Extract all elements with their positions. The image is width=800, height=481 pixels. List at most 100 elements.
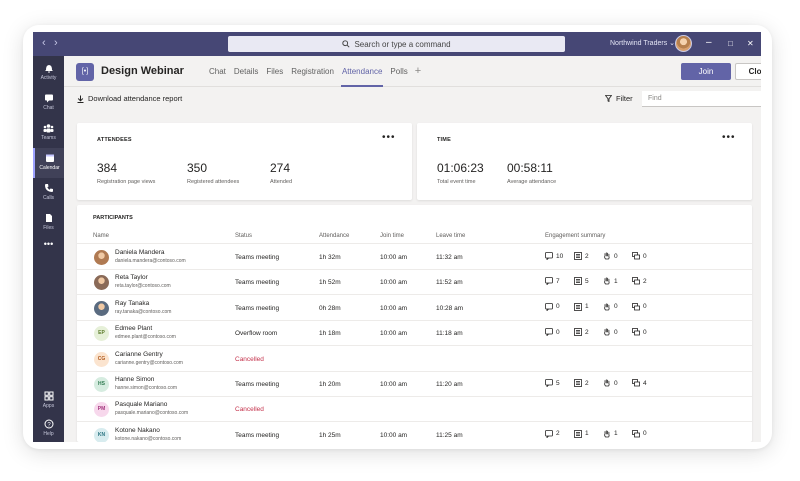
avatar: CG	[94, 351, 109, 367]
apps-icon	[44, 391, 53, 401]
download-report-button[interactable]: Download attendance report	[77, 94, 182, 103]
back-button[interactable]: ‹	[42, 37, 46, 49]
participant-email: hanne.simon@contoso.com	[115, 385, 178, 391]
meeting-header: [•] Design Webinar Chat Details Files Re…	[64, 56, 761, 87]
rail-item-activity[interactable]: Activity	[33, 58, 64, 88]
engagement-count: 1	[585, 303, 589, 311]
column-header-name[interactable]: Name	[93, 233, 109, 239]
table-row[interactable]: HS Hanne Simon hanne.simon@contoso.com Team…	[77, 372, 752, 397]
tab-polls[interactable]: Polls	[389, 56, 408, 87]
attendance-cell: 0h 28m	[319, 304, 341, 312]
org-name: Northwind Traders	[610, 40, 668, 47]
close-button[interactable]: Close	[735, 63, 761, 80]
filter-button[interactable]: Filter	[605, 94, 633, 103]
rail-item-calls[interactable]: Calls	[33, 178, 64, 208]
participant-name: Carianne Gentry	[115, 350, 163, 358]
engagement-count: 0	[614, 379, 618, 387]
attendance-cell: 1h 20m	[319, 381, 341, 388]
column-header-attendance[interactable]: Attendance	[319, 233, 349, 239]
table-row[interactable]: CG Carianne Gentry carianne.gentry@contoso…	[77, 347, 752, 372]
column-header-engagement[interactable]: Engagement summary	[545, 233, 605, 239]
raise-hand-icon	[603, 252, 611, 260]
column-header-join-time[interactable]: Join time	[380, 233, 404, 239]
engagement-count: 0	[643, 430, 647, 438]
tab-files[interactable]: Files	[265, 56, 284, 87]
status-cell: Teams meeting	[235, 254, 280, 261]
chat-count-icon	[545, 277, 553, 286]
search-bar[interactable]: Search or type a command	[228, 36, 565, 52]
calendar-icon	[45, 154, 54, 162]
stat-label: Attended	[270, 179, 293, 185]
tab-registration[interactable]: Registration	[290, 56, 335, 87]
add-tab-button[interactable]: +	[415, 56, 421, 87]
tab-attendance[interactable]: Attendance	[340, 56, 384, 87]
rail-item-chat[interactable]: Chat	[33, 88, 64, 118]
table-row[interactable]: Daniela Mandera daniela.mandera@contoso.c…	[77, 245, 752, 270]
chat-count-icon	[545, 429, 553, 438]
maximize-button[interactable]: □	[728, 39, 733, 48]
engagement-item: 0	[632, 252, 654, 260]
engagement-count: 0	[643, 328, 647, 336]
rail-label: Help	[43, 431, 54, 437]
more-options-button[interactable]: •••	[722, 132, 736, 143]
engagement-item: 1	[603, 430, 625, 438]
table-row[interactable]: PM Pasquale Mariano pasquale.mariano@conto…	[77, 397, 752, 423]
app-rail: Activity Chat Teams Calendar Calls Files…	[33, 56, 64, 442]
join-button[interactable]: Join	[681, 63, 731, 80]
engagement-item: 0	[632, 429, 654, 438]
tab-strip: Chat Details Files Registration Attendan…	[208, 56, 421, 87]
tab-details[interactable]: Details	[233, 56, 259, 87]
engagement-count: 0	[556, 303, 560, 311]
engagement-item: 0	[632, 302, 654, 311]
engagement-item: 1	[574, 429, 596, 438]
avatar	[94, 275, 109, 291]
poll-count-icon	[574, 252, 582, 260]
chat-count-icon	[545, 252, 553, 260]
download-icon	[77, 95, 84, 103]
profile-avatar[interactable]	[675, 35, 692, 52]
column-header-leave-time[interactable]: Leave time	[436, 233, 465, 239]
stat-page-views: 384 Registration page views	[97, 161, 155, 185]
engagement-count: 7	[556, 277, 560, 285]
tab-chat[interactable]: Chat	[208, 56, 227, 87]
card-title: TIME	[437, 137, 451, 143]
engagement-item: 2	[632, 277, 654, 285]
find-input[interactable]: Find	[642, 91, 761, 107]
avatar: EP	[94, 326, 109, 342]
column-header-status[interactable]: Status	[235, 233, 252, 239]
file-icon	[45, 214, 52, 222]
participant-name: Daniela Mandera	[115, 249, 165, 256]
table-row[interactable]: KN Kotone Nakano kotone.nakano@contoso.com…	[77, 423, 752, 442]
rail-item-calendar[interactable]: Calendar	[33, 148, 64, 178]
leave-time-cell: 10:28 am	[436, 304, 464, 312]
table-row[interactable]: EP Edmee Plant edmee.plant@contoso.com Over…	[77, 321, 752, 347]
poll-count-icon	[574, 429, 582, 438]
org-switcher[interactable]: Northwind Traders ⌄	[610, 39, 675, 47]
table-row[interactable]: Ray Tanaka ray.tanaka@contoso.com Teams me…	[77, 296, 752, 321]
stat-registered: 350 Registered attendees	[187, 161, 239, 185]
table-row[interactable]: Reta Taylor reta.taylor@contoso.com Teams …	[77, 270, 752, 296]
more-options-button[interactable]: •••	[382, 132, 396, 143]
avatar	[94, 250, 109, 265]
stat-label: Registered attendees	[187, 179, 240, 185]
poll-count-icon	[574, 277, 582, 286]
engagement-item: 5	[574, 277, 596, 286]
rail-item-help[interactable]: ? Help	[33, 414, 64, 442]
rail-more-button[interactable]: •••	[33, 234, 64, 254]
close-window-button[interactable]: ✕	[747, 39, 754, 48]
minimize-button[interactable]: –	[706, 37, 712, 48]
forward-button[interactable]: ›	[54, 37, 58, 49]
attendance-cell: 1h 52m	[319, 279, 341, 287]
stat-label: Registration page views	[97, 179, 156, 185]
leave-time-cell: 11:18 am	[436, 330, 463, 338]
join-time-cell: 10:00 am	[380, 330, 408, 338]
card-title: ATTENDEES	[97, 137, 132, 143]
engagement-summary: 0 2 0 0	[545, 328, 654, 337]
stat-total-time: 01:06:23 Total event time	[437, 161, 484, 185]
rail-item-apps[interactable]: Apps	[33, 386, 64, 416]
rail-item-teams[interactable]: Teams	[33, 118, 64, 148]
engagement-item: 2	[545, 429, 567, 438]
phone-icon	[44, 184, 53, 192]
download-report-label: Download attendance report	[88, 94, 183, 103]
chat-count-icon	[545, 328, 553, 337]
